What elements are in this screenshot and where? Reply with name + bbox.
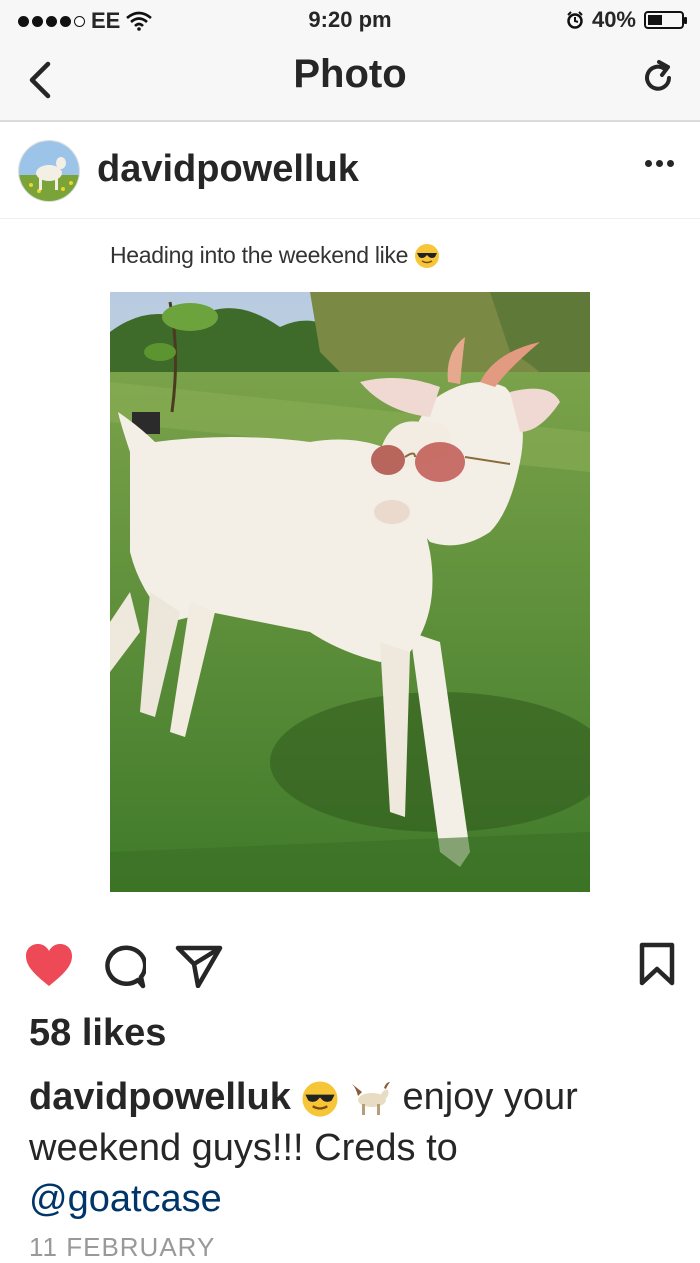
comment-icon[interactable] [100, 944, 146, 990]
likes-count[interactable]: 58 likes [29, 1012, 166, 1055]
more-options-icon[interactable] [645, 160, 674, 167]
refresh-icon[interactable] [638, 58, 678, 98]
post-header: davidpowelluk [0, 122, 700, 219]
post-photo[interactable]: Heading into the weekend like [90, 220, 610, 920]
image-caption: Heading into the weekend like [110, 242, 440, 269]
nav-bar: Photo [0, 40, 700, 122]
heart-icon[interactable] [24, 942, 74, 988]
avatar[interactable] [18, 140, 80, 202]
status-right: 40% [566, 7, 687, 33]
sunglasses-emoji-icon [415, 243, 440, 268]
sunglasses-emoji-icon [302, 1081, 338, 1117]
goat-emoji-icon [351, 1081, 390, 1115]
image-caption-text: Heading into the weekend like [110, 242, 409, 268]
share-icon[interactable] [174, 942, 224, 988]
status-bar: EE 9:20 pm 40% [0, 0, 700, 40]
post-actions [0, 936, 700, 996]
post-username[interactable]: davidpowelluk [97, 148, 359, 191]
page-title: Photo [293, 52, 407, 96]
post-caption: davidpowelluk enjoy your weekend guys!!!… [29, 1072, 679, 1225]
caption-mention[interactable]: @goatcase [29, 1178, 222, 1220]
post-date: 11 FEBRUARY [29, 1232, 216, 1262]
bookmark-icon[interactable] [638, 942, 676, 986]
caption-username[interactable]: davidpowelluk [29, 1076, 291, 1118]
battery-icon [644, 11, 687, 29]
alarm-icon [567, 11, 583, 29]
battery-percent: 40% [591, 7, 636, 32]
goat-image [110, 292, 590, 892]
